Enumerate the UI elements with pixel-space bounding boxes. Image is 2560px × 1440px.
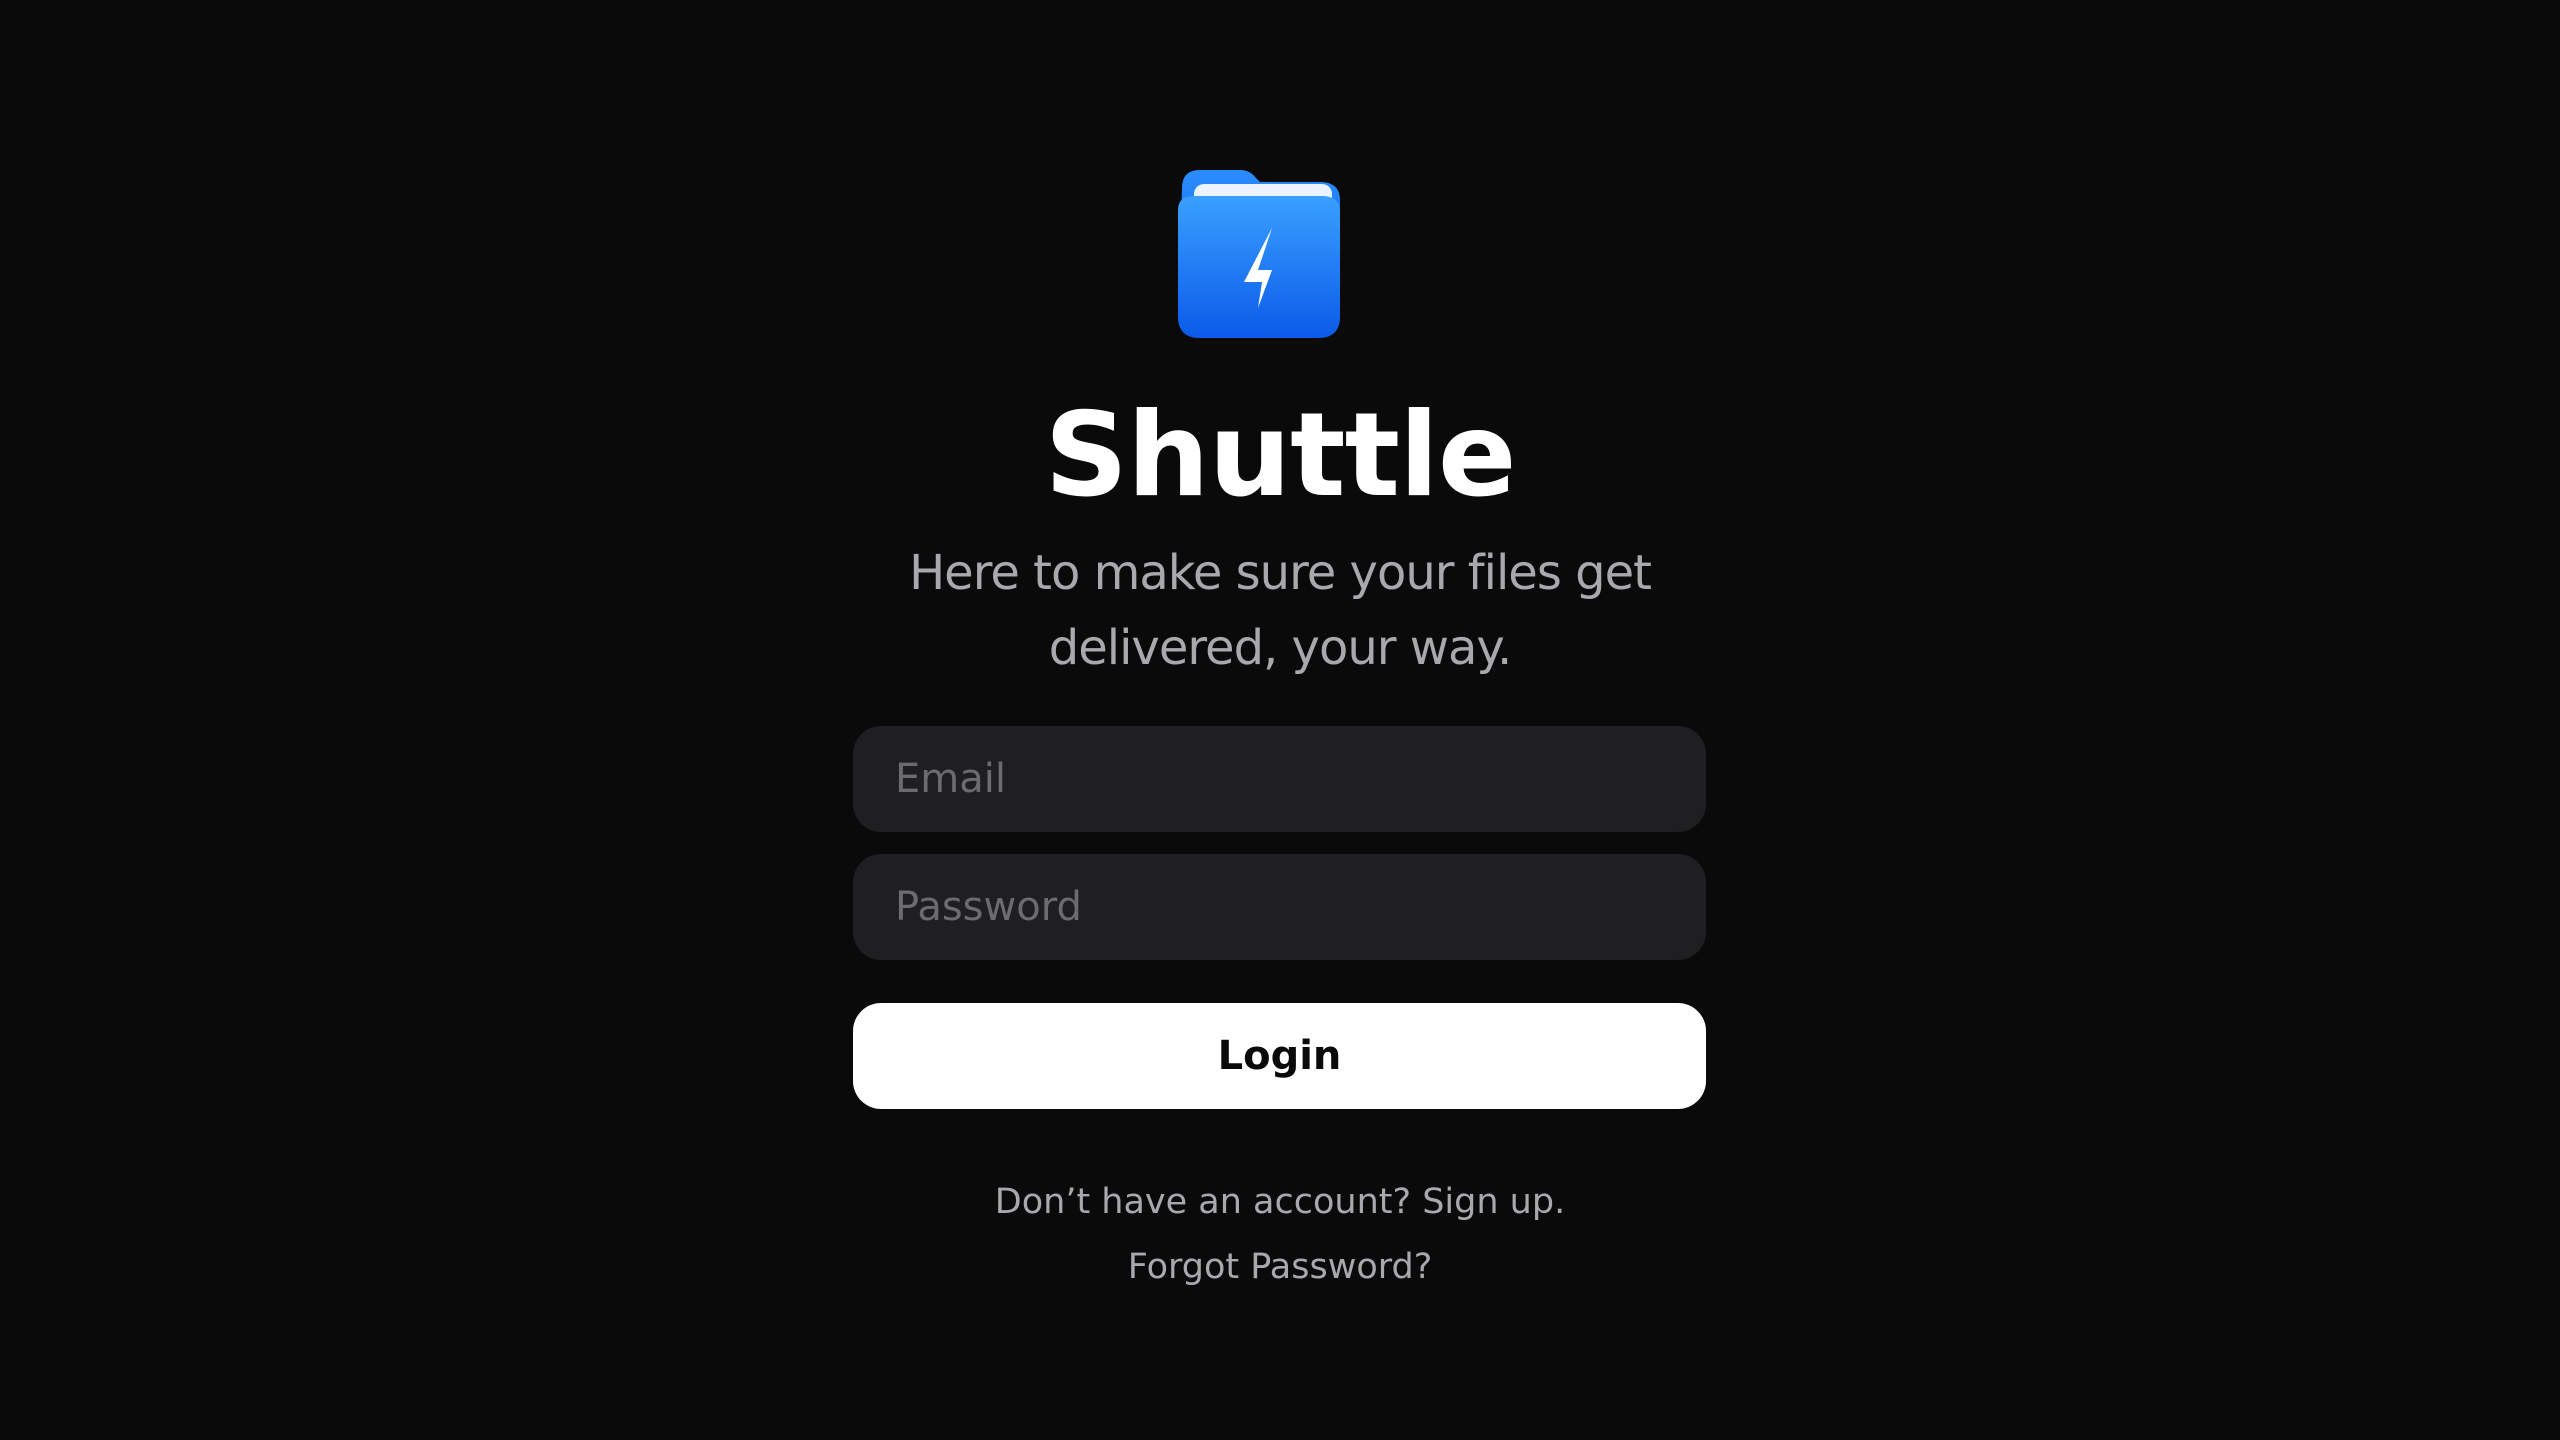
password-field[interactable] bbox=[853, 854, 1706, 960]
signup-link[interactable]: Don’t have an account? Sign up. bbox=[0, 1177, 2560, 1227]
tagline-line-1: Here to make sure your files get bbox=[909, 545, 1652, 601]
login-screen: Shuttle Here to make sure your files get… bbox=[0, 0, 2560, 1440]
tagline-line-2: delivered, your way. bbox=[1048, 620, 1512, 676]
email-input[interactable] bbox=[895, 756, 1664, 802]
login-button[interactable]: Login bbox=[853, 1003, 1706, 1109]
password-input[interactable] bbox=[895, 884, 1664, 930]
folder-lightning-icon bbox=[1170, 166, 1346, 342]
app-title: Shuttle bbox=[1044, 388, 1516, 523]
email-field[interactable] bbox=[853, 726, 1706, 832]
forgot-password-link[interactable]: Forgot Password? bbox=[0, 1242, 2560, 1292]
app-tagline: Here to make sure your files get deliver… bbox=[780, 536, 1780, 686]
